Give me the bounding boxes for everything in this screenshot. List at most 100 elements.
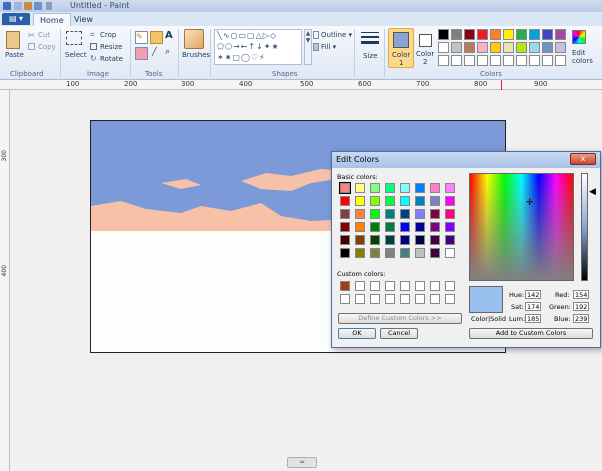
palette-swatch[interactable] — [529, 29, 540, 40]
custom-color-swatch[interactable] — [370, 294, 380, 304]
palette-swatch[interactable] — [529, 55, 540, 66]
basic-color-swatch[interactable] — [355, 183, 365, 193]
basic-color-swatch[interactable] — [385, 248, 395, 258]
basic-color-swatch[interactable] — [370, 196, 380, 206]
basic-color-swatch[interactable] — [370, 235, 380, 245]
basic-color-swatch[interactable] — [355, 235, 365, 245]
basic-color-swatch[interactable] — [370, 248, 380, 258]
luminosity-slider[interactable] — [581, 173, 588, 281]
save-icon[interactable] — [14, 2, 22, 10]
hue-input[interactable]: 142 — [525, 290, 541, 299]
basic-color-swatch[interactable] — [445, 248, 455, 258]
palette-swatch[interactable] — [542, 42, 553, 53]
basic-color-swatch[interactable] — [400, 196, 410, 206]
basic-color-swatch[interactable] — [445, 183, 455, 193]
palette-swatch[interactable] — [490, 42, 501, 53]
basic-color-swatch[interactable] — [385, 209, 395, 219]
shapes-gallery[interactable]: ╲∿○▭▢△▷◇ ⬠⬡→←↑↓✦★ ✶✷▢◯♡⚡ — [214, 29, 302, 65]
resize-button[interactable]: Resize — [100, 43, 122, 51]
basic-color-swatch[interactable] — [355, 209, 365, 219]
palette-swatch[interactable] — [516, 29, 527, 40]
palette-swatch[interactable] — [555, 55, 566, 66]
basic-color-swatch[interactable] — [445, 235, 455, 245]
basic-color-swatch[interactable] — [385, 235, 395, 245]
palette-swatch[interactable] — [451, 42, 462, 53]
cancel-button[interactable]: Cancel — [380, 328, 418, 339]
green-input[interactable]: 192 — [573, 302, 589, 311]
outline-button[interactable]: Outline ▾ — [321, 31, 352, 39]
custom-color-swatch[interactable] — [385, 281, 395, 291]
basic-color-swatch[interactable] — [445, 222, 455, 232]
dialog-close-button[interactable]: x — [570, 153, 596, 165]
basic-color-swatch[interactable] — [385, 183, 395, 193]
fill-button[interactable]: Fill ▾ — [321, 43, 336, 51]
custom-color-swatch[interactable] — [445, 281, 455, 291]
basic-color-swatch[interactable] — [400, 235, 410, 245]
text-tool-icon[interactable]: A — [165, 30, 173, 41]
basic-color-swatch[interactable] — [415, 209, 425, 219]
basic-color-swatch[interactable] — [430, 209, 440, 219]
basic-color-swatch[interactable] — [430, 183, 440, 193]
lum-input[interactable]: 185 — [525, 314, 541, 323]
custom-color-swatch[interactable] — [400, 281, 410, 291]
custom-color-swatch[interactable] — [415, 281, 425, 291]
palette-swatch[interactable] — [542, 29, 553, 40]
custom-color-swatch[interactable] — [430, 281, 440, 291]
color-picker-icon[interactable]: ╱ — [152, 47, 157, 56]
basic-color-swatch[interactable] — [400, 183, 410, 193]
basic-color-swatch[interactable] — [355, 196, 365, 206]
custom-color-swatch[interactable] — [355, 281, 365, 291]
redo-icon[interactable] — [34, 2, 42, 10]
edit-colors-button[interactable]: Edit colors — [572, 49, 593, 65]
eraser-icon[interactable] — [135, 47, 148, 60]
palette-swatch[interactable] — [542, 55, 553, 66]
palette-swatch[interactable] — [438, 55, 449, 66]
basic-color-swatch[interactable] — [415, 248, 425, 258]
basic-color-swatch[interactable] — [340, 196, 350, 206]
brushes-icon[interactable] — [184, 29, 204, 49]
basic-color-swatch[interactable] — [370, 183, 380, 193]
basic-color-swatch[interactable] — [340, 248, 350, 258]
custom-color-swatch[interactable] — [340, 294, 350, 304]
sat-input[interactable]: 174 — [525, 302, 541, 311]
basic-color-swatch[interactable] — [339, 182, 351, 194]
basic-color-swatch[interactable] — [385, 196, 395, 206]
basic-color-swatch[interactable] — [385, 222, 395, 232]
basic-color-swatch[interactable] — [430, 196, 440, 206]
tab-home[interactable]: Home — [33, 13, 71, 26]
basic-color-swatch[interactable] — [370, 222, 380, 232]
ok-button[interactable]: OK — [338, 328, 376, 339]
palette-swatch[interactable] — [464, 55, 475, 66]
basic-color-swatch[interactable] — [415, 235, 425, 245]
basic-color-swatch[interactable] — [400, 248, 410, 258]
fill-bucket-icon[interactable] — [150, 31, 163, 44]
palette-swatch[interactable] — [464, 42, 475, 53]
custom-color-swatch[interactable] — [370, 281, 380, 291]
copy-button[interactable]: Copy — [38, 43, 56, 51]
pencil-icon[interactable]: ✎ — [135, 31, 148, 44]
palette-swatch[interactable] — [477, 55, 488, 66]
basic-color-swatch[interactable] — [415, 222, 425, 232]
custom-color-swatch[interactable] — [385, 294, 395, 304]
rotate-button[interactable]: Rotate — [100, 55, 123, 63]
select-icon[interactable] — [66, 31, 82, 45]
color-spectrum[interactable]: ✛ — [469, 173, 574, 281]
resize-grip[interactable]: ≈ — [287, 457, 317, 468]
dialog-title-bar[interactable]: Edit Colors x — [332, 152, 600, 168]
size-icon[interactable] — [361, 32, 379, 46]
palette-swatch[interactable] — [503, 42, 514, 53]
paint-app-icon[interactable] — [3, 2, 11, 10]
paste-button[interactable]: Paste — [5, 51, 24, 59]
add-to-custom-colors-button[interactable]: Add to Custom Colors — [469, 328, 593, 339]
custom-color-swatch[interactable] — [430, 294, 440, 304]
basic-color-swatch[interactable] — [430, 248, 440, 258]
color1-button[interactable]: Color 1 — [388, 28, 414, 68]
custom-color-swatch[interactable] — [340, 281, 350, 291]
basic-color-swatch[interactable] — [430, 235, 440, 245]
basic-color-swatch[interactable] — [445, 209, 455, 219]
crop-button[interactable]: Crop — [100, 31, 116, 39]
cut-button[interactable]: Cut — [38, 31, 50, 39]
basic-color-swatch[interactable] — [340, 235, 350, 245]
palette-swatch[interactable] — [529, 42, 540, 53]
palette-swatch[interactable] — [438, 29, 449, 40]
